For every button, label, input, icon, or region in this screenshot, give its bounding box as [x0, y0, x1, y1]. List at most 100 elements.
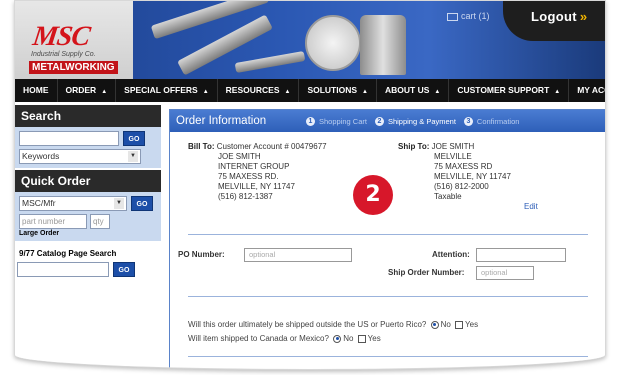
canada-mexico-yes-checkbox[interactable]: [357, 334, 366, 343]
step-label: Shipping & Payment: [387, 116, 456, 126]
logo-subtitle: Industrial Supply Co.: [31, 51, 96, 58]
nav-label: SOLUTIONS: [307, 85, 358, 95]
yes-label: Yes: [465, 320, 479, 329]
logout-label: Logout: [531, 9, 577, 24]
nav-order[interactable]: ORDER ▲: [58, 79, 117, 102]
canada-mexico-no-radio[interactable]: [333, 334, 342, 343]
ship-to-line: Taxable: [434, 192, 462, 201]
ship-to-line: 75 MAXESS RD: [434, 162, 493, 171]
canada-mexico-question-text: Will item shipped to Canada or Mexico?: [188, 334, 329, 343]
quick-order-panel: MSC/Mfr ▼ GO part number qty Large Order: [15, 192, 161, 241]
divider: [188, 356, 588, 357]
nav-label: RESOURCES: [225, 85, 280, 95]
bill-to-line: Customer Account # 00479677: [216, 142, 327, 151]
export-question-text: Will this order ultimately be shipped ou…: [188, 320, 427, 329]
logo[interactable]: MSC Industrial Supply Co. METALWORKING: [15, 1, 133, 79]
edit-ship-to-link[interactable]: Edit: [524, 202, 538, 211]
ship-to-block: Ship To: JOE SMITH: [398, 142, 474, 152]
divider: [188, 234, 588, 235]
export-question: Will this order ultimately be shipped ou…: [188, 320, 478, 329]
ship-order-number-label: Ship Order Number:: [388, 268, 465, 277]
search-heading: Search: [15, 105, 161, 127]
divider: [188, 296, 588, 297]
bill-to-line: JOE SMITH: [218, 152, 261, 161]
main-nav: HOME ORDER ▲ SPECIAL OFFERS ▲ RESOURCES ▲ S…: [15, 79, 605, 102]
nav-label: ORDER: [65, 85, 97, 95]
cart-link[interactable]: cart (1): [447, 11, 490, 21]
order-info-header: Order Information 1 Shopping Cart 2 Ship…: [170, 110, 605, 132]
quick-order-select[interactable]: MSC/Mfr ▼: [19, 196, 127, 211]
quick-order-heading: Quick Order: [15, 170, 161, 192]
dropdown-arrow-icon: ▲: [284, 89, 291, 95]
no-label: No: [343, 334, 354, 343]
step-number: 2: [374, 116, 384, 126]
gauge-image: [305, 15, 361, 71]
catalog-page-input[interactable]: [17, 262, 109, 277]
toolholder-image: [360, 15, 406, 75]
nav-label: SPECIAL OFFERS: [124, 85, 198, 95]
quick-order-value: MSC/Mfr: [22, 198, 56, 208]
bill-to-block: Bill To: Customer Account # 00479677: [188, 142, 327, 152]
export-no-radio[interactable]: [430, 320, 439, 329]
nav-about-us[interactable]: ABOUT US ▲: [377, 79, 450, 102]
header-banner: MSC Industrial Supply Co. METALWORKING c…: [15, 1, 605, 79]
dropdown-arrow-icon: ▲: [101, 89, 108, 95]
ship-to-line: MELVILLE: [434, 152, 472, 161]
search-panel: GO Keywords ▼: [15, 127, 161, 168]
search-input[interactable]: [19, 131, 119, 146]
nav-label: CUSTOMER SUPPORT: [457, 85, 550, 95]
step-shipping-payment: 2 Shipping & Payment: [374, 116, 456, 126]
po-number-label: PO Number:: [178, 250, 225, 259]
cart-icon: [447, 12, 458, 21]
cart-label: cart (1): [461, 11, 490, 21]
sidebar: Search GO Keywords ▼ Quick Order MSC/Mfr…: [15, 105, 161, 369]
ship-to-label: Ship To:: [398, 142, 430, 151]
step-confirmation: 3 Confirmation: [463, 116, 520, 126]
large-order-link[interactable]: Large Order: [19, 230, 157, 237]
nav-label: MY ACCOUNT: [577, 85, 605, 95]
nav-special-offers[interactable]: SPECIAL OFFERS ▲: [116, 79, 218, 102]
nav-home[interactable]: HOME: [15, 79, 58, 102]
step-number: 3: [463, 116, 473, 126]
canada-mexico-question: Will item shipped to Canada or Mexico? N…: [188, 334, 381, 343]
step-badge: 2: [353, 175, 393, 215]
search-go-button[interactable]: GO: [123, 131, 145, 146]
bill-to-line: MELVILLE, NY 11747: [218, 182, 295, 191]
nav-customer-support[interactable]: CUSTOMER SUPPORT ▲: [449, 79, 570, 102]
ship-order-number-input[interactable]: optional: [476, 266, 534, 280]
nav-solutions[interactable]: SOLUTIONS ▲: [299, 79, 377, 102]
po-number-input[interactable]: optional: [244, 248, 352, 262]
dropdown-arrow-icon: ▲: [554, 89, 561, 95]
step-label: Confirmation: [476, 116, 520, 126]
nav-resources[interactable]: RESOURCES ▲: [218, 79, 300, 102]
screenshot-frame: MSC Industrial Supply Co. METALWORKING c…: [14, 0, 606, 370]
catalog-go-button[interactable]: GO: [113, 262, 135, 277]
search-type-select[interactable]: Keywords ▼: [19, 149, 141, 164]
bill-to-line: (516) 812-1387: [218, 192, 273, 201]
ship-to-line: (516) 812-2000: [434, 182, 489, 191]
part-number-input[interactable]: part number: [19, 214, 87, 229]
yes-label: Yes: [367, 334, 381, 343]
ship-to-line: JOE SMITH: [431, 142, 475, 151]
attention-label: Attention:: [432, 250, 470, 259]
step-shopping-cart[interactable]: 1 Shopping Cart: [306, 116, 367, 126]
bill-to-address: JOE SMITH INTERNET GROUP 75 MAXESS RD. M…: [218, 152, 295, 202]
ship-to-address: MELVILLE 75 MAXESS RD MELVILLE, NY 11747…: [434, 152, 511, 202]
chevron-down-icon: ▼: [128, 151, 138, 162]
export-yes-checkbox[interactable]: [455, 320, 464, 329]
step-label: Shopping Cart: [319, 116, 367, 126]
qty-input[interactable]: qty: [90, 214, 110, 229]
logout-button[interactable]: Logout»: [531, 9, 587, 24]
dropdown-arrow-icon: ▲: [362, 89, 368, 95]
attention-input[interactable]: [476, 248, 566, 262]
bill-to-line: 75 MAXESS RD.: [218, 172, 279, 181]
tool-image: [234, 50, 306, 74]
nav-label: ABOUT US: [384, 85, 430, 95]
step-number: 1: [306, 116, 315, 126]
nav-my-account[interactable]: MY ACCOUNT▲: [569, 79, 605, 102]
quick-order-go-button[interactable]: GO: [131, 196, 153, 211]
order-info-panel: Order Information 1 Shopping Cart 2 Ship…: [169, 109, 605, 369]
chevron-down-icon: ▼: [114, 198, 124, 209]
order-info-title: Order Information: [176, 115, 267, 127]
bill-to-label: Bill To:: [188, 142, 215, 151]
